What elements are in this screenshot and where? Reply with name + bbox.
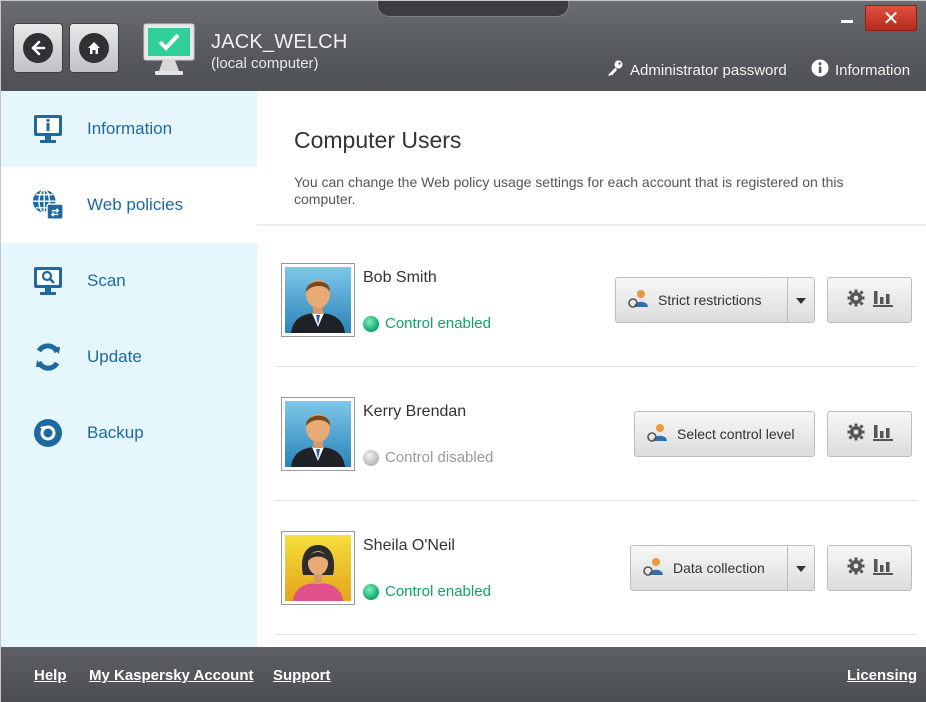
male-avatar-icon (285, 401, 351, 467)
page-description: You can change the Web policy usage sett… (294, 174, 844, 207)
main-panel: Computer Users You can change the Web po… (257, 91, 926, 647)
close-icon: ✕ (882, 7, 900, 30)
administrator-password-link[interactable]: Administrator password (606, 59, 787, 81)
policy-button-label: Strict restrictions (658, 292, 762, 308)
policy-button-label: Select control level (677, 426, 795, 442)
minimize-icon (841, 20, 853, 23)
user-policy-icon (647, 423, 669, 446)
home-icon (79, 33, 109, 63)
policy-dropdown-button[interactable] (787, 545, 815, 591)
chevron-down-icon (796, 559, 806, 577)
chevron-down-icon (796, 291, 806, 309)
bar-chart-icon (872, 557, 893, 580)
sidebar-item-information[interactable]: Information (1, 91, 257, 167)
sidebar-item-update[interactable]: Update (1, 319, 257, 395)
sidebar-item-web-policies[interactable]: Web policies (1, 167, 257, 243)
help-link[interactable]: Help (34, 667, 67, 684)
title-bar: JACK_WELCH (local computer) Administrato… (1, 1, 926, 91)
settings-reports-button[interactable] (827, 411, 912, 457)
backup-icon (31, 416, 65, 450)
information-link[interactable]: Information (811, 59, 910, 81)
sidebar: Information Web policies Scan Update Bac… (1, 91, 257, 647)
page-title: Computer Users (294, 127, 462, 153)
row-divider (275, 634, 917, 635)
computer-subtitle: (local computer) (211, 55, 319, 72)
information-label: Information (835, 61, 911, 79)
user-row-sheila-oneil: Sheila O'Neil Control enabled Data colle… (275, 501, 917, 635)
monitor-scan-icon (31, 264, 65, 298)
info-circle-icon (811, 59, 829, 81)
divider (257, 224, 926, 226)
administrator-password-label: Administrator password (630, 61, 787, 79)
my-kaspersky-account-link[interactable]: My Kaspersky Account (89, 667, 254, 684)
status-enabled-icon (363, 315, 379, 332)
minimize-button[interactable] (835, 7, 859, 29)
policy-button[interactable]: Select control level (634, 411, 815, 457)
bar-chart-icon (872, 423, 893, 446)
licensing-link[interactable]: Licensing (847, 667, 917, 684)
status-label: Control enabled (385, 583, 491, 600)
status-disabled-icon (363, 449, 379, 466)
support-link[interactable]: Support (273, 667, 331, 684)
back-arrow-icon (23, 33, 53, 63)
gear-icon (847, 289, 865, 312)
globe-policy-icon (31, 188, 65, 222)
sidebar-item-label: Backup (87, 423, 144, 442)
settings-reports-button[interactable] (827, 277, 912, 323)
user-avatar[interactable] (281, 263, 355, 337)
female-avatar-icon (285, 535, 351, 601)
male-avatar-icon (285, 267, 351, 333)
sidebar-item-label: Information (87, 119, 173, 138)
policy-dropdown-button[interactable] (787, 277, 815, 323)
user-avatar[interactable] (281, 397, 355, 471)
window-notch (377, 1, 569, 17)
policy-button[interactable]: Data collection (630, 545, 788, 591)
user-name: Sheila O'Neil (363, 537, 455, 554)
sidebar-item-backup[interactable]: Backup (1, 395, 257, 471)
status-label: Control disabled (385, 449, 494, 466)
gear-icon (847, 557, 865, 580)
status-label: Control enabled (385, 315, 491, 332)
sidebar-item-label: Web policies (87, 195, 184, 214)
user-status: Control enabled (363, 583, 491, 600)
user-row-kerry-brendan: Kerry Brendan Control disabled Select co… (275, 367, 917, 501)
bar-chart-icon (872, 289, 893, 312)
gear-icon (847, 423, 865, 446)
app-window: JACK_WELCH (local computer) Administrato… (0, 0, 926, 702)
sidebar-item-label: Scan (87, 271, 126, 290)
status-enabled-icon (363, 583, 379, 600)
close-button[interactable]: ✕ (865, 5, 917, 31)
refresh-icon (31, 340, 65, 374)
footer-bar: Help My Kaspersky Account Support Licens… (1, 647, 926, 702)
user-policy-icon (643, 557, 665, 580)
user-name: Kerry Brendan (363, 403, 467, 420)
computer-monitor-icon (141, 21, 197, 77)
policy-button-label: Data collection (673, 560, 765, 576)
sidebar-item-label: Update (87, 347, 142, 366)
user-status: Control enabled (363, 315, 491, 332)
user-name: Bob Smith (363, 269, 437, 286)
user-policy-icon (628, 289, 650, 312)
home-button[interactable] (69, 23, 119, 73)
back-button[interactable] (13, 23, 63, 73)
user-row-bob-smith: Bob Smith Control enabled Strict restric… (275, 233, 917, 367)
sidebar-item-scan[interactable]: Scan (1, 243, 257, 319)
settings-reports-button[interactable] (827, 545, 912, 591)
policy-button[interactable]: Strict restrictions (615, 277, 788, 323)
user-avatar[interactable] (281, 531, 355, 605)
user-status: Control disabled (363, 449, 493, 466)
computer-name: JACK_WELCH (211, 31, 348, 53)
key-icon (606, 59, 624, 81)
monitor-info-icon (31, 112, 65, 146)
